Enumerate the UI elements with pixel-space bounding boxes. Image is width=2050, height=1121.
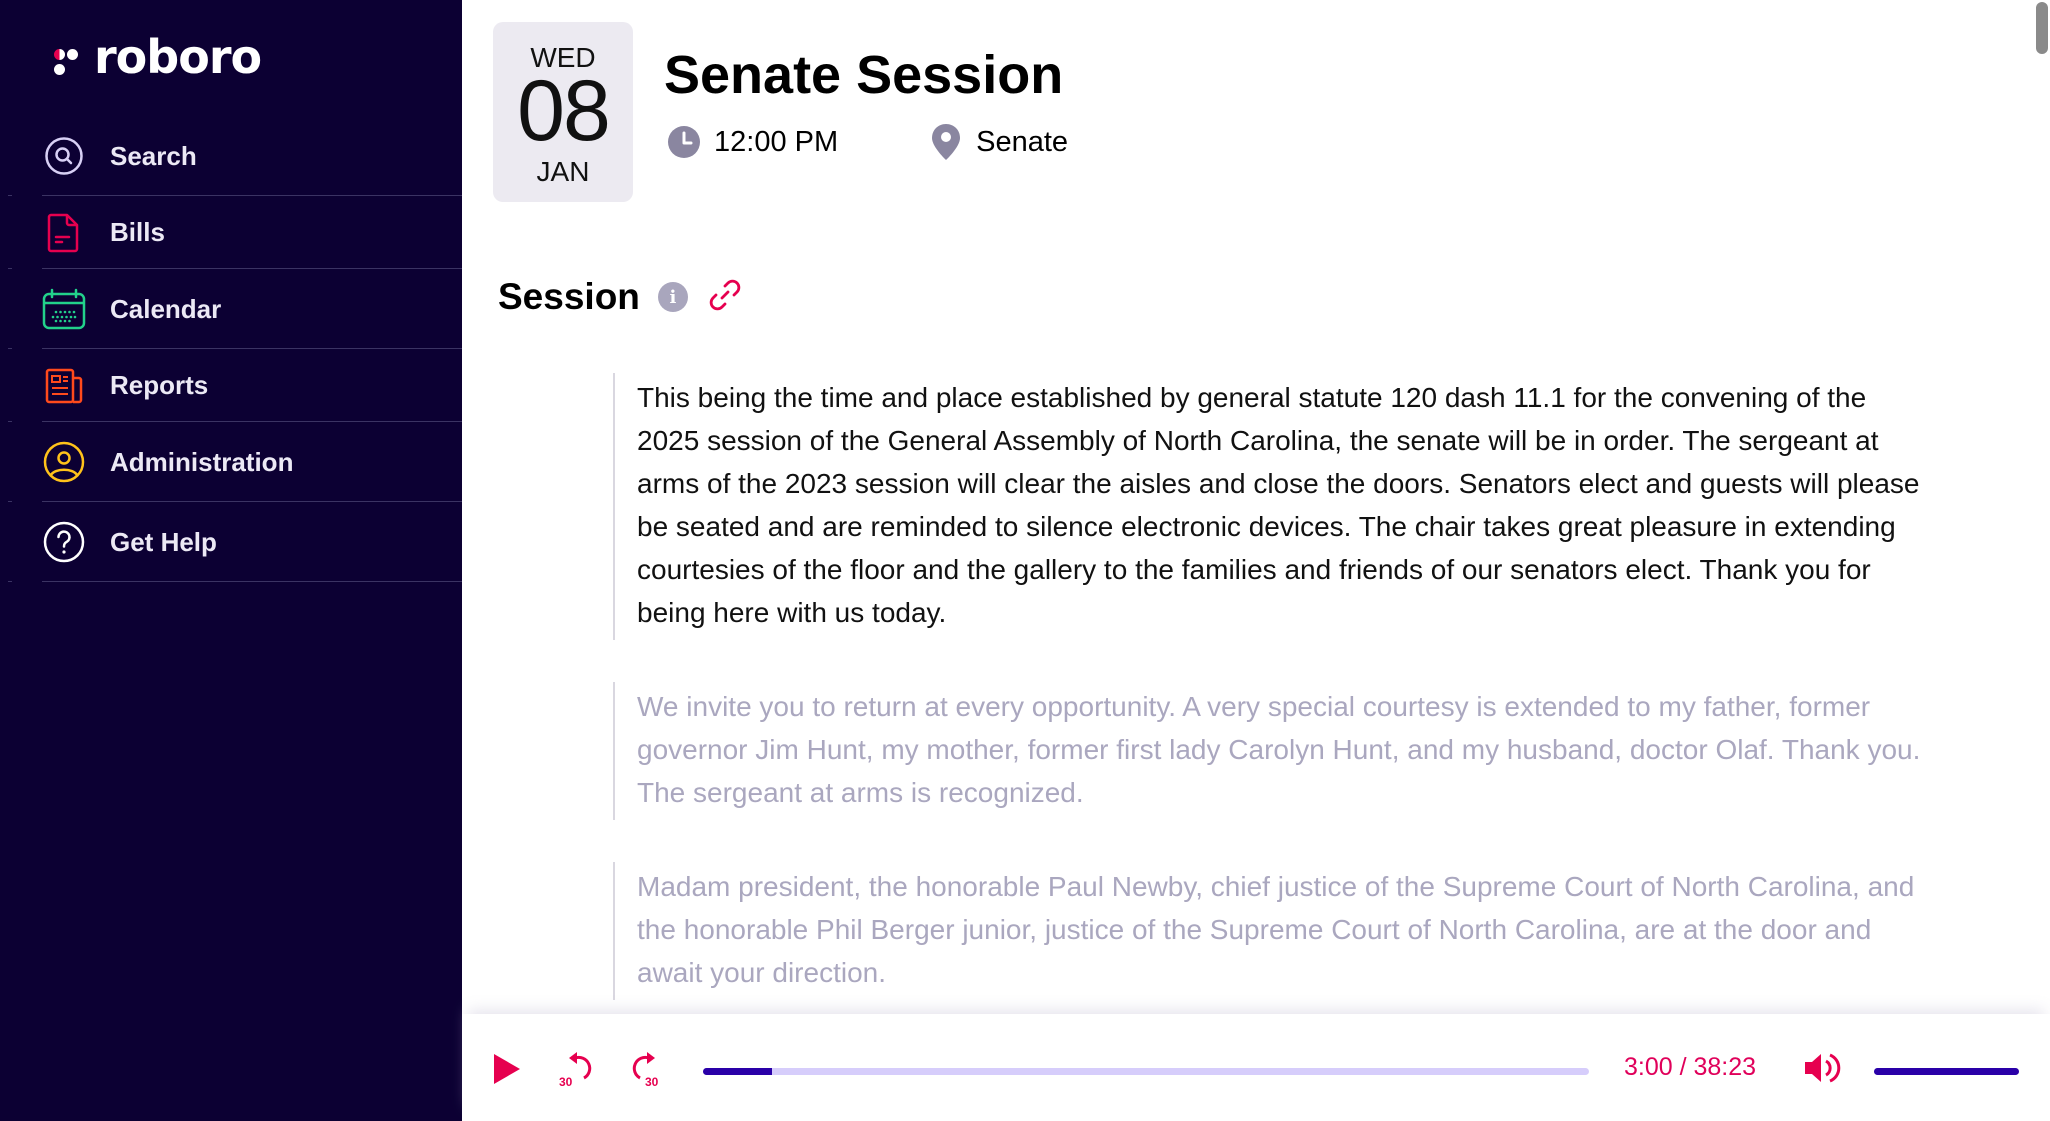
- logo-text: roboro: [94, 30, 262, 84]
- transcript-paragraph-active[interactable]: This being the time and place establishe…: [613, 373, 1928, 640]
- sidebar-item-reports[interactable]: Reports: [0, 349, 462, 422]
- user-circle-icon: [42, 440, 86, 484]
- transcript-paragraph[interactable]: We invite you to return at every opportu…: [613, 682, 1928, 820]
- logo-mark-icon: [50, 37, 78, 77]
- transcript: This being the time and place establishe…: [613, 373, 1928, 1042]
- event-location-text: Senate: [976, 125, 1069, 158]
- volume-fill: [1874, 1068, 2019, 1075]
- sidebar-item-label: Administration: [110, 446, 294, 477]
- sidebar-item-label: Reports: [110, 370, 209, 400]
- sidebar-item-search[interactable]: Search: [0, 116, 462, 196]
- forward-30-button[interactable]: 30: [624, 1044, 674, 1094]
- info-icon[interactable]: i: [657, 282, 688, 312]
- rewind-30-button[interactable]: 30: [552, 1044, 602, 1094]
- volume-button[interactable]: [1798, 1045, 1848, 1091]
- event-time: 12:00 PM: [666, 124, 838, 160]
- date-month: JAN: [536, 156, 590, 187]
- page-title: Senate Session: [664, 45, 1064, 105]
- scrollbar[interactable]: [2036, 2, 2048, 54]
- time-display: 3:00 / 38:23: [1624, 1053, 1757, 1081]
- sidebar: roboro Search Bills Calendar Reports Adm…: [0, 0, 462, 1121]
- document-icon: [42, 211, 86, 255]
- sidebar-item-bills[interactable]: Bills: [0, 196, 462, 269]
- sidebar-item-label: Search: [110, 140, 197, 171]
- date-day: 08: [517, 63, 611, 159]
- event-meta: 12:00 PM Senate: [666, 124, 1068, 160]
- sidebar-item-calendar[interactable]: Calendar: [0, 269, 462, 349]
- forward-label: 30: [645, 1075, 659, 1089]
- sidebar-item-get-help[interactable]: Get Help: [0, 502, 462, 582]
- help-circle-icon: [42, 520, 86, 564]
- calendar-icon: [42, 287, 86, 331]
- play-button[interactable]: [482, 1044, 532, 1094]
- sidebar-item-label: Bills: [110, 217, 165, 247]
- progress-slider[interactable]: [703, 1068, 1589, 1075]
- volume-slider[interactable]: [1874, 1068, 2019, 1075]
- sidebar-item-label: Get Help: [110, 526, 217, 557]
- section-header: Session i: [498, 276, 742, 318]
- audio-player: 30 30 3:00 / 38:23: [462, 1014, 2050, 1121]
- search-icon: [42, 134, 86, 178]
- sidebar-item-administration[interactable]: Administration: [0, 422, 462, 502]
- rewind-icon: 30: [559, 1052, 592, 1089]
- rewind-label: 30: [559, 1075, 573, 1089]
- sidebar-item-label: Calendar: [110, 293, 222, 324]
- transcript-paragraph[interactable]: Madam president, the honorable Paul Newb…: [613, 862, 1928, 1000]
- forward-icon: 30: [632, 1052, 659, 1089]
- sidebar-nav: Search Bills Calendar Reports Administra…: [0, 116, 462, 582]
- location-pin-icon: [928, 124, 964, 160]
- event-location: Senate: [928, 124, 1068, 160]
- clock-icon: [666, 124, 702, 160]
- newspaper-icon: [42, 364, 86, 408]
- main-content: WED 08 JAN Senate Session 12:00 PM Senat…: [462, 0, 2050, 1014]
- date-badge: WED 08 JAN: [493, 22, 633, 202]
- logo[interactable]: roboro: [50, 30, 262, 84]
- link-icon[interactable]: [708, 278, 742, 317]
- volume-icon: [1805, 1053, 1841, 1083]
- section-title: Session: [498, 276, 640, 317]
- play-icon: [494, 1054, 520, 1084]
- progress-fill: [703, 1068, 773, 1075]
- event-time-text: 12:00 PM: [714, 125, 839, 158]
